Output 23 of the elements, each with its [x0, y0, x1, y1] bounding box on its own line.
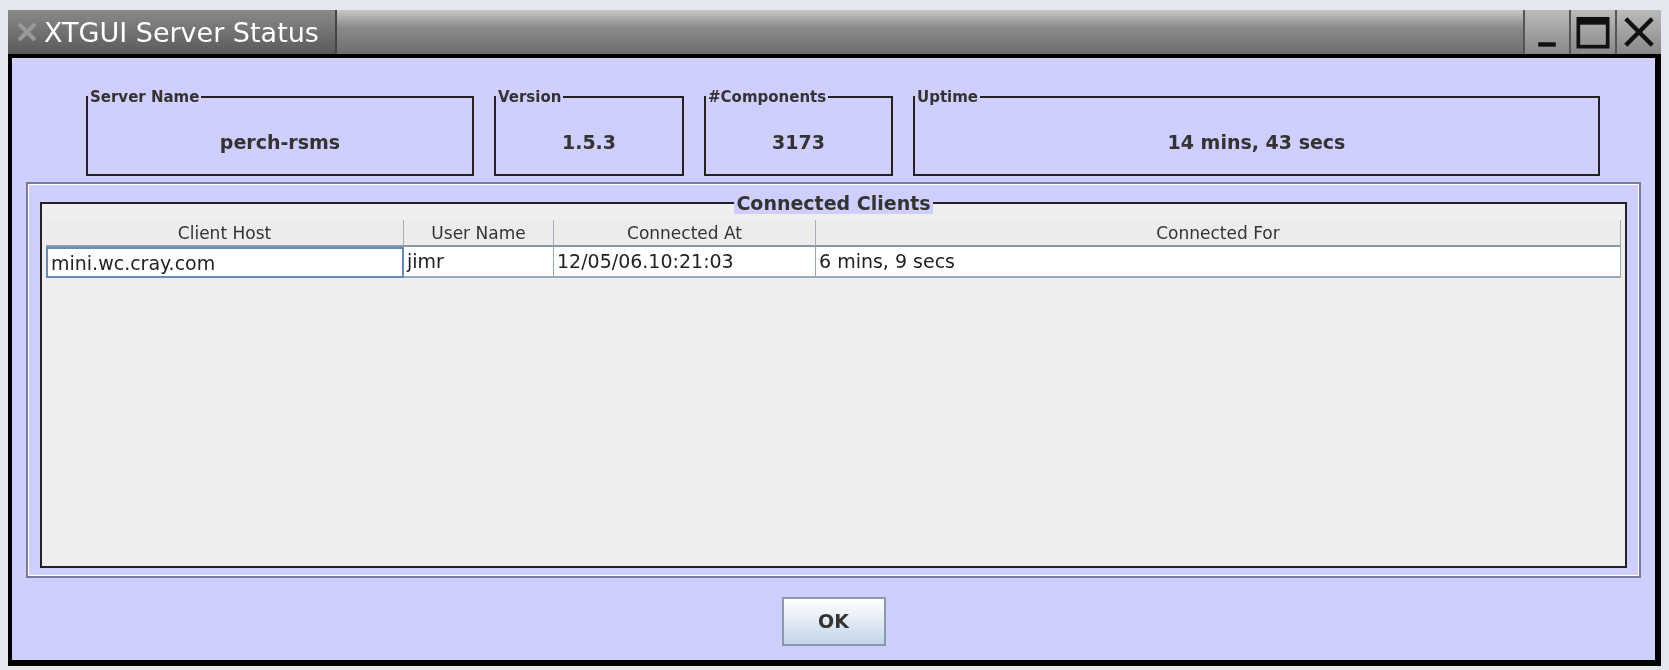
group-label: #Components: [708, 88, 827, 106]
table-cell[interactable]: mini.wc.cray.com: [46, 247, 404, 278]
close-icon[interactable]: [1615, 10, 1661, 54]
info-value: 14 mins, 43 secs: [1167, 130, 1346, 153]
column-header[interactable]: Connected At: [554, 220, 816, 247]
table-cell[interactable]: 6 mins, 9 secs: [816, 247, 1621, 278]
table-cell[interactable]: jimr: [404, 247, 554, 278]
minimize-icon[interactable]: [1523, 10, 1569, 54]
info-value: perch-rsms: [219, 130, 341, 153]
maximize-icon[interactable]: [1569, 10, 1615, 54]
column-header[interactable]: User Name: [404, 220, 554, 247]
table-cell[interactable]: 12/05/06.10:21:03: [554, 247, 816, 278]
info-value: 1.5.3: [561, 130, 617, 153]
x-logo-icon: [16, 21, 38, 43]
column-header[interactable]: Client Host: [46, 220, 404, 247]
group-label: Connected Clients: [736, 192, 931, 214]
group-label: Version: [498, 88, 562, 106]
info-value: 3173: [772, 130, 825, 153]
group-label: Server Name: [90, 88, 200, 106]
column-header[interactable]: Connected For: [816, 220, 1621, 247]
window-title: XTGUI Server Status: [44, 16, 319, 48]
ok-button[interactable]: OK: [781, 596, 886, 646]
group-label: Uptime: [917, 88, 979, 106]
